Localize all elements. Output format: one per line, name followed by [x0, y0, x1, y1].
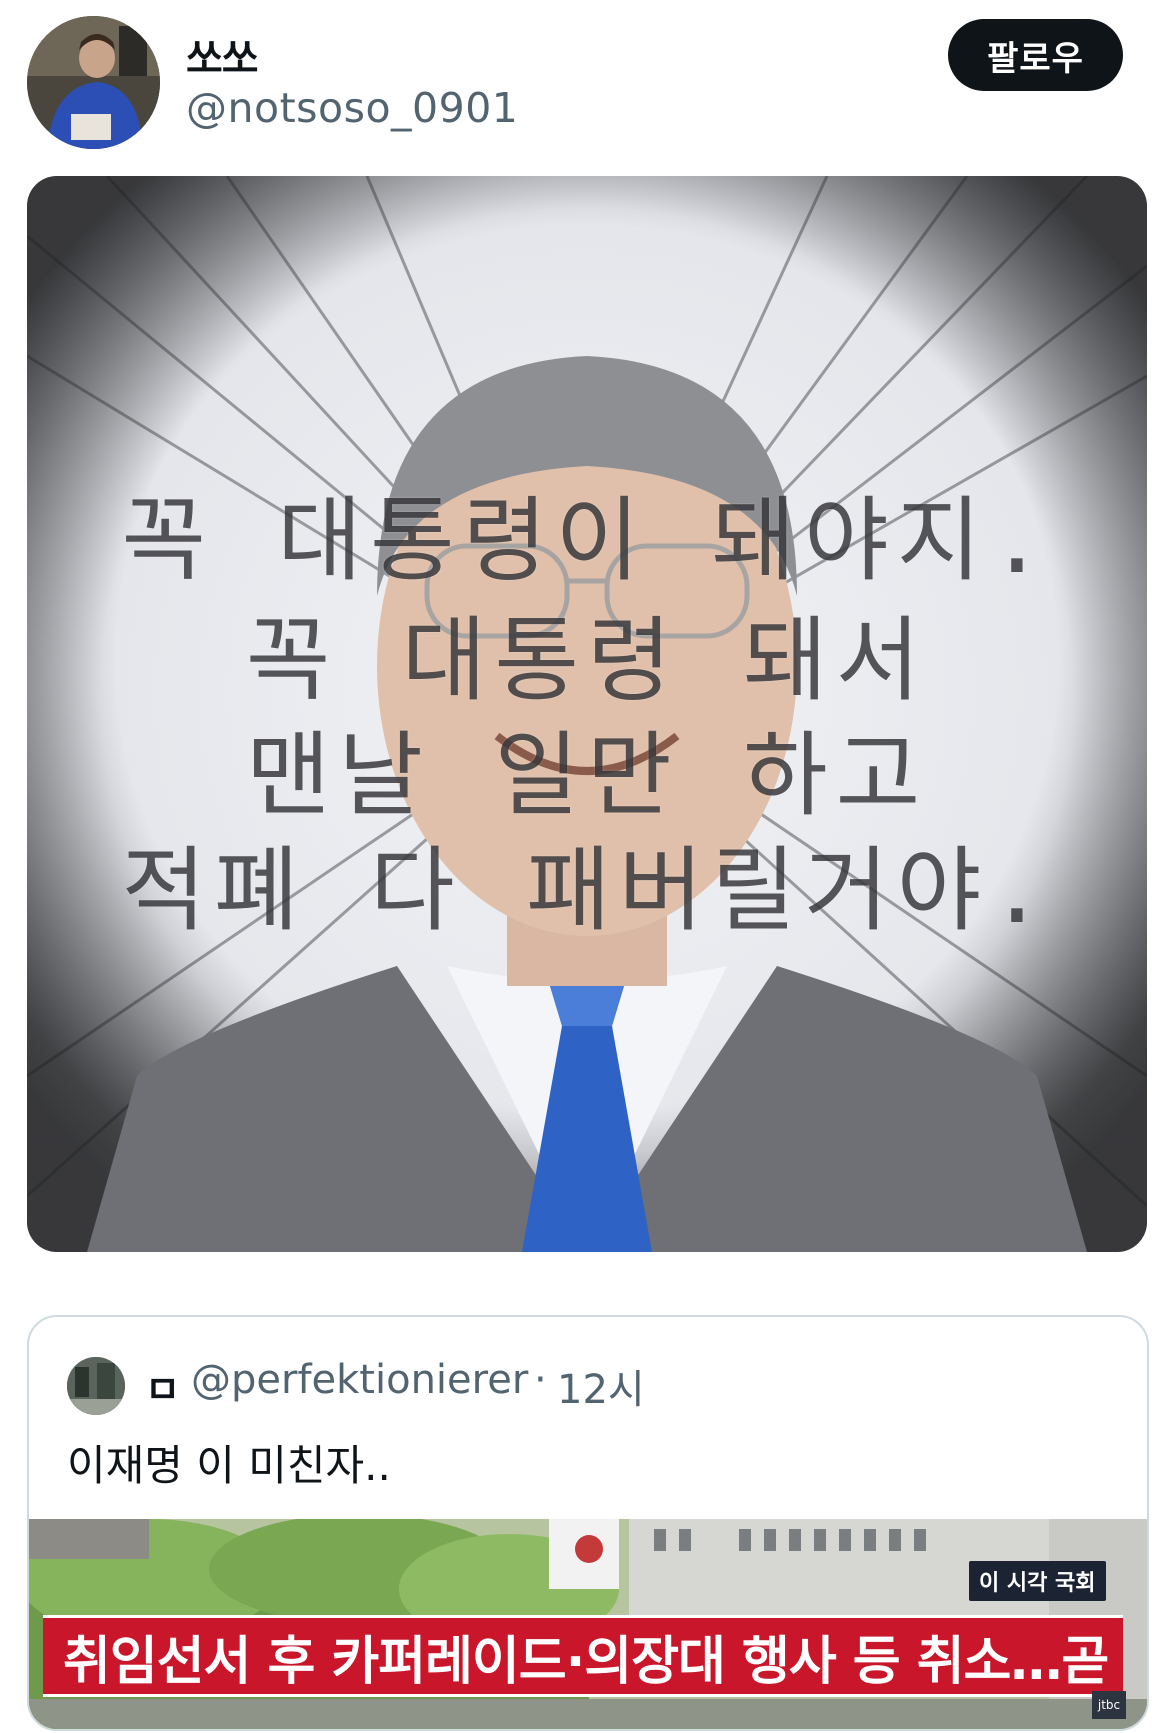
- author-avatar[interactable]: [27, 16, 160, 149]
- broadcaster-logo: jtbc: [1092, 1691, 1126, 1719]
- quoted-tweet-text: 이재명 이 미친자..: [67, 1441, 391, 1490]
- tweet-image[interactable]: 꼭 대통령이 돼야지. 꼭 대통령 돼서 맨날 일만 하고 적폐 다 패버릴거야…: [27, 176, 1147, 1252]
- news-location-tag: 이 시각 국회: [969, 1561, 1106, 1601]
- overlay-text-line: 맨날 일만 하고: [245, 722, 929, 829]
- author-handle[interactable]: @notsoso_0901: [186, 84, 518, 132]
- tweet-page: 쏘쏘 @notsoso_0901 팔로우 꼭 대통령이 돼야지. 꼭 대통령 돼…: [0, 0, 1170, 1733]
- news-thumbnail[interactable]: 이 시각 국회 취임선서 후 카퍼레이드·의장대 행사 등 취소…곧 업무 jt…: [29, 1519, 1147, 1729]
- quoted-tweet[interactable]: ㅁ @perfektionierer · 12시 이재명 이 미친자.. 이 시…: [27, 1315, 1149, 1731]
- overlay-text-line: 적폐 다 패버릴거야.: [121, 837, 1053, 944]
- avatar-image: [27, 16, 160, 149]
- overlay-text-line: 꼭 대통령 돼서: [245, 607, 929, 714]
- author-display-name[interactable]: 쏘쏘: [186, 26, 259, 84]
- quoted-timestamp: 12시: [557, 1367, 645, 1413]
- meta-separator: ·: [534, 1357, 547, 1403]
- quoted-author-avatar: [67, 1357, 125, 1415]
- quoted-author-name: ㅁ: [145, 1368, 180, 1412]
- follow-button[interactable]: 팔로우: [948, 19, 1123, 91]
- quoted-author-handle: @perfektionierer: [191, 1357, 529, 1403]
- quoted-avatar-image: [67, 1357, 125, 1415]
- overlay-text-line: 꼭 대통령이 돼야지.: [121, 487, 1053, 594]
- news-headline-banner: 취임선서 후 카퍼레이드·의장대 행사 등 취소…곧 업무: [43, 1615, 1123, 1697]
